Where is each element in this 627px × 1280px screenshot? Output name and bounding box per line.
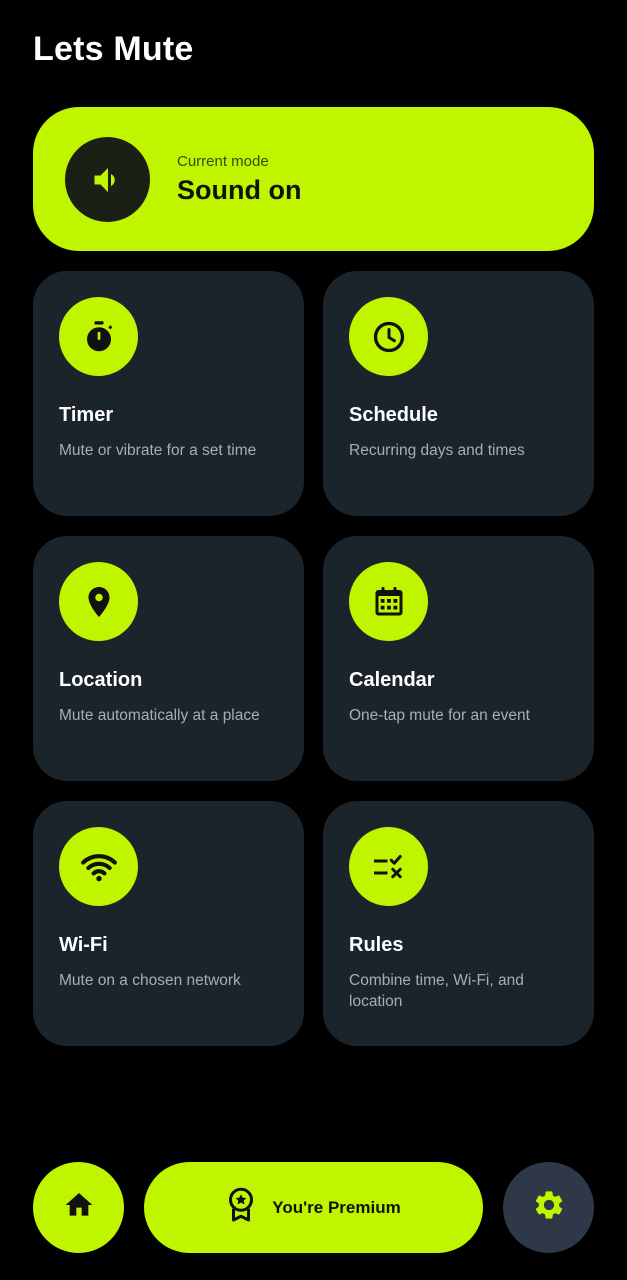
premium-label: You're Premium bbox=[272, 1197, 401, 1217]
speaker-icon bbox=[65, 137, 150, 222]
tile-description: Mute or vibrate for a set time bbox=[59, 442, 257, 459]
wifi-tile[interactable]: Wi-Fi Mute on a chosen network bbox=[33, 801, 304, 1046]
tile-description: Combine time, Wi-Fi, and location bbox=[349, 972, 524, 1010]
settings-button[interactable] bbox=[503, 1162, 594, 1253]
tile-description: Mute automatically at a place bbox=[59, 707, 260, 724]
current-mode-label: Current mode bbox=[177, 153, 269, 170]
location-pin-icon bbox=[59, 562, 138, 641]
schedule-tile[interactable]: Schedule Recurring days and times bbox=[323, 271, 594, 516]
home-icon bbox=[63, 1189, 95, 1226]
rules-icon bbox=[349, 827, 428, 906]
rules-tile[interactable]: Rules Combine time, Wi-Fi, and location bbox=[323, 801, 594, 1046]
wifi-icon bbox=[59, 827, 138, 906]
tile-title: Wi-Fi bbox=[59, 934, 108, 956]
premium-badge-icon bbox=[226, 1187, 256, 1228]
clock-icon bbox=[349, 297, 428, 376]
tile-title: Rules bbox=[349, 934, 404, 956]
tile-title: Location bbox=[59, 669, 143, 691]
tile-description: Mute on a chosen network bbox=[59, 972, 241, 989]
timer-tile[interactable]: Timer Mute or vibrate for a set time bbox=[33, 271, 304, 516]
gear-icon bbox=[532, 1188, 566, 1227]
tile-description: One-tap mute for an event bbox=[349, 707, 530, 724]
tile-description: Recurring days and times bbox=[349, 442, 525, 459]
app-title: Lets Mute bbox=[33, 30, 194, 68]
stopwatch-icon bbox=[59, 297, 138, 376]
calendar-icon bbox=[349, 562, 428, 641]
tile-title: Calendar bbox=[349, 669, 435, 691]
calendar-tile[interactable]: Calendar One-tap mute for an event bbox=[323, 536, 594, 781]
home-button[interactable] bbox=[33, 1162, 124, 1253]
tile-title: Schedule bbox=[349, 404, 438, 426]
current-mode-card[interactable]: Current mode Sound on bbox=[33, 107, 594, 251]
location-tile[interactable]: Location Mute automatically at a place bbox=[33, 536, 304, 781]
premium-button[interactable]: You're Premium bbox=[144, 1162, 483, 1253]
tile-title: Timer bbox=[59, 404, 114, 426]
current-mode-value: Sound on bbox=[177, 175, 302, 205]
